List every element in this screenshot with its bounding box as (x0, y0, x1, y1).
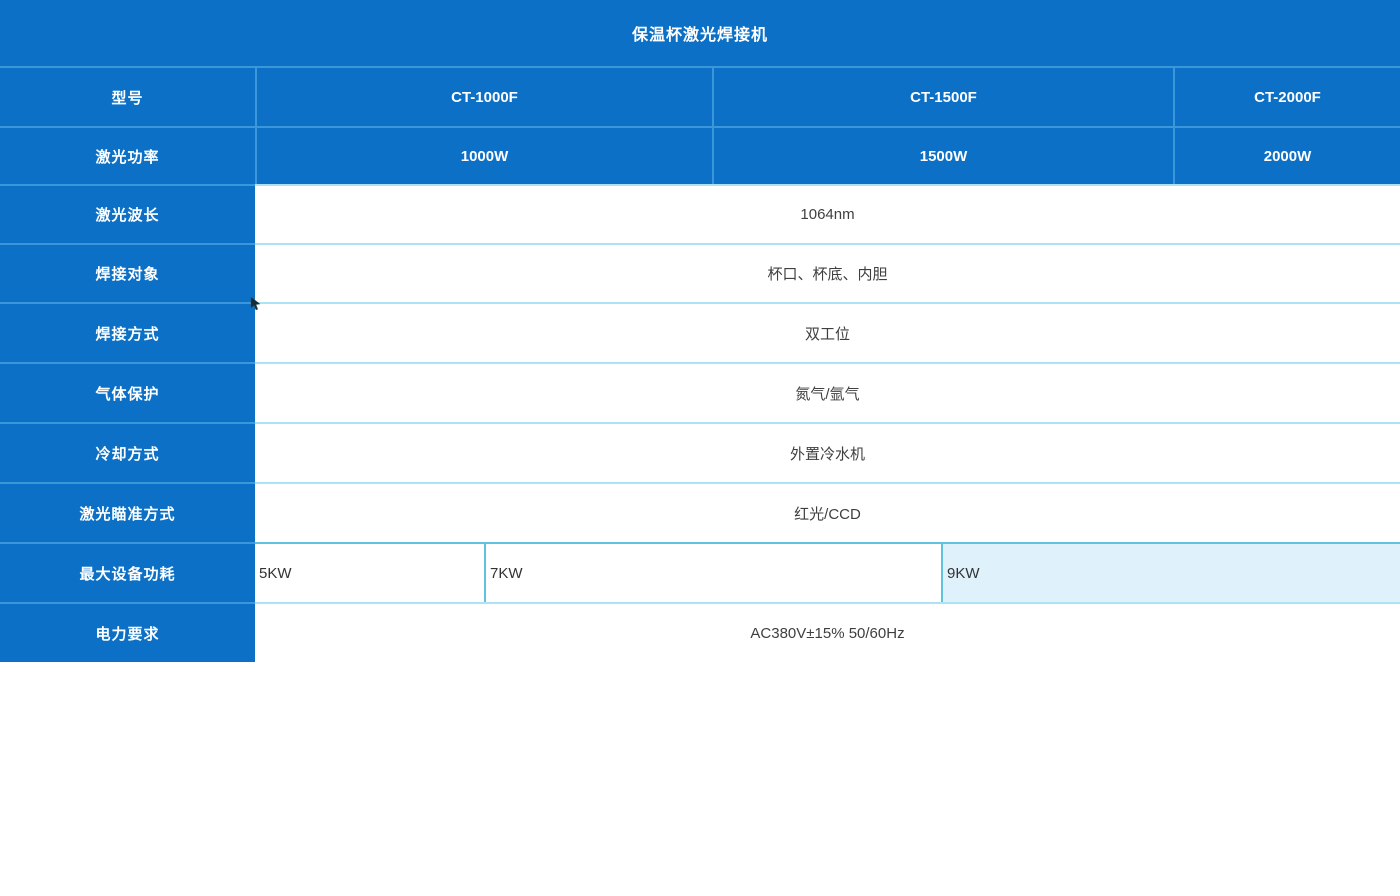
spec-value-aiming: 红光/CCD (255, 482, 1400, 542)
page: 保温杯激光焊接机 型号 CT-1000F CT-1500F CT-2000F 激… (0, 0, 1400, 896)
model-row: 型号 CT-1000F CT-1500F CT-2000F (0, 66, 1400, 126)
row-label-power-requirement: 电力要求 (0, 602, 255, 662)
spec-value-gas-protection: 氮气/氩气 (255, 362, 1400, 422)
spec-row-wavelength: 激光波长 1064nm (0, 184, 1400, 243)
laser-power-value-3: 2000W (1173, 126, 1400, 184)
row-label-wavelength: 激光波长 (0, 184, 255, 243)
row-label-weld-object: 焊接对象 (0, 243, 255, 302)
model-value-1: CT-1000F (255, 66, 712, 126)
max-consumption-row: 最大设备功耗 5KW 7KW 9KW (0, 542, 1400, 602)
row-label-model: 型号 (0, 66, 255, 126)
row-label-gas-protection: 气体保护 (0, 362, 255, 422)
table-title: 保温杯激光焊接机 (0, 0, 1400, 66)
spec-row-weld-object: 焊接对象 杯口、杯底、内胆 (0, 243, 1400, 302)
model-value-2: CT-1500F (712, 66, 1173, 126)
spec-row-aiming: 激光瞄准方式 红光/CCD (0, 482, 1400, 542)
spec-row-gas-protection: 气体保护 氮气/氩气 (0, 362, 1400, 422)
row-label-max-consumption: 最大设备功耗 (0, 542, 255, 602)
spec-value-weld-object: 杯口、杯底、内胆 (255, 243, 1400, 302)
consumption-value-1: 5KW (255, 542, 484, 602)
row-label-laser-power: 激光功率 (0, 126, 255, 184)
laser-power-value-1: 1000W (255, 126, 712, 184)
spec-value-cooling: 外置冷水机 (255, 422, 1400, 482)
power-requirement-row: 电力要求 AC380V±15% 50/60Hz (0, 602, 1400, 662)
row-label-aiming: 激光瞄准方式 (0, 482, 255, 542)
spec-row-cooling: 冷却方式 外置冷水机 (0, 422, 1400, 482)
consumption-value-2: 7KW (484, 542, 941, 602)
spec-value-weld-method: 双工位 (255, 302, 1400, 362)
spec-row-weld-method: 焊接方式 双工位 (0, 302, 1400, 362)
power-requirement-value: AC380V±15% 50/60Hz (255, 602, 1400, 662)
model-value-3: CT-2000F (1173, 66, 1400, 126)
laser-power-row: 激光功率 1000W 1500W 2000W (0, 126, 1400, 184)
row-label-weld-method: 焊接方式 (0, 302, 255, 362)
row-label-cooling: 冷却方式 (0, 422, 255, 482)
consumption-value-3-highlighted: 9KW (941, 542, 1400, 602)
laser-power-value-2: 1500W (712, 126, 1173, 184)
product-spec-table: 保温杯激光焊接机 型号 CT-1000F CT-1500F CT-2000F 激… (0, 0, 1400, 662)
table-title-row: 保温杯激光焊接机 (0, 0, 1400, 66)
spec-value-wavelength: 1064nm (255, 184, 1400, 243)
